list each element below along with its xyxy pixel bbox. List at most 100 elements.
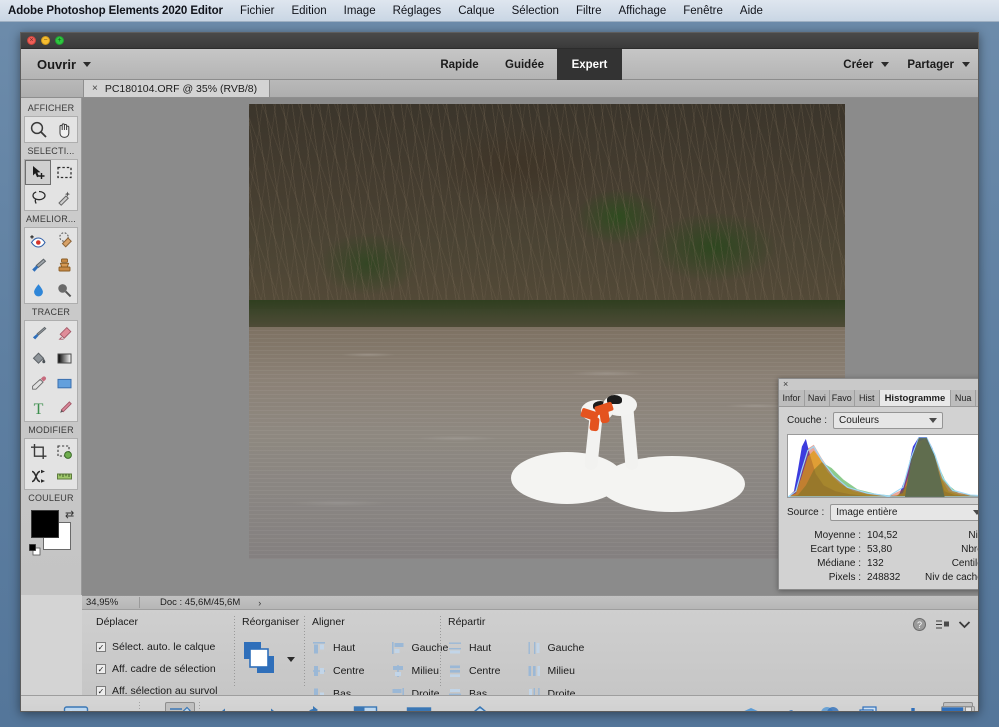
zoom-tool[interactable] [25, 117, 51, 142]
taskbar-rotate[interactable]: Rotation [295, 700, 338, 712]
tab-informations[interactable]: Infor [779, 390, 805, 406]
type-tool[interactable]: T [25, 396, 51, 421]
straighten-tool[interactable] [51, 464, 77, 489]
smart-brush-tool[interactable] [25, 253, 51, 278]
rectangular-marquee-tool[interactable] [51, 160, 77, 185]
chevron-down-icon [973, 510, 979, 515]
taskbar-redo[interactable]: Rétablir [251, 700, 291, 712]
hand-tool[interactable] [51, 117, 77, 142]
arrange-icon [242, 640, 284, 678]
paint-bucket-tool[interactable] [25, 346, 51, 371]
default-colors-icon[interactable] [29, 544, 41, 556]
menu-item-image[interactable]: Image [344, 5, 376, 17]
status-expand-icon[interactable]: › [258, 598, 261, 608]
tab-rapide[interactable]: Rapide [427, 49, 492, 80]
distribute-horizontal-middle-button[interactable]: Milieu [527, 659, 585, 682]
taskbar-effects[interactable]: fx Effets [774, 700, 810, 712]
menu-item-aide[interactable]: Aide [740, 5, 763, 17]
minimize-window-button[interactable]: − [41, 36, 50, 45]
align-vertical-center-button[interactable]: Centre [312, 659, 365, 682]
taskbar-tool-options[interactable]: Options d'outil [145, 700, 214, 712]
distribute-vertical-center-button[interactable]: Centre [448, 659, 501, 682]
menu-item-affichage[interactable]: Affichage [619, 5, 667, 17]
taskbar-undo[interactable]: Annuler [205, 700, 245, 712]
taskbar-styles[interactable]: Styles [850, 700, 886, 712]
distribute-top-button[interactable]: Haut [448, 636, 501, 659]
maximize-window-button[interactable]: + [55, 36, 64, 45]
open-button[interactable]: Ouvrir [21, 49, 105, 79]
align-top-button[interactable]: Haut [312, 636, 365, 659]
taskbar-filters[interactable]: Filtres [812, 700, 848, 712]
create-button[interactable]: Créer [843, 59, 889, 71]
gradient-tool[interactable] [51, 346, 77, 371]
arrange-options-title: Réorganiser [242, 616, 299, 628]
tab-scripts[interactable]: Scri [976, 390, 979, 406]
menu-item-fichier[interactable]: Fichier [240, 5, 275, 17]
checkbox-auto-select-layer[interactable]: ✓ Sélect. auto. le calque [96, 636, 217, 658]
taskbar-more[interactable]: Plus [940, 700, 976, 712]
tab-guidee[interactable]: Guidée [492, 49, 557, 80]
distribute-left-button[interactable]: Gauche [527, 636, 585, 659]
dodge-tool[interactable] [51, 278, 77, 303]
checkbox-show-bounding-box[interactable]: ✓ Aff. cadre de sélection [96, 658, 217, 680]
menu-item-fenetre[interactable]: Fenêtre [683, 5, 723, 17]
quick-selection-tool[interactable] [51, 185, 77, 210]
clone-stamp-tool[interactable] [51, 253, 77, 278]
content-aware-move-tool[interactable] [51, 439, 77, 464]
taskbar-layout[interactable]: Dispositi... [341, 700, 393, 712]
tab-expert[interactable]: Expert [557, 49, 622, 80]
close-window-button[interactable]: × [27, 36, 36, 45]
checkbox-box[interactable]: ✓ [96, 664, 106, 674]
pencil-tool[interactable] [51, 396, 77, 421]
zoom-level[interactable]: 34,95% [82, 597, 140, 608]
menu-item-reglages[interactable]: Réglages [393, 5, 442, 17]
document-tab[interactable]: × PC180104.ORF @ 35% (RVB/8) [83, 80, 270, 97]
tab-histogramme[interactable]: Histogramme [880, 390, 951, 406]
panel-menu-icon[interactable] [935, 619, 949, 630]
photo-image [249, 104, 845, 559]
brush-tool[interactable] [25, 321, 51, 346]
swap-colors-icon[interactable]: ⇄ [65, 508, 74, 521]
chevron-down-icon[interactable] [287, 657, 295, 662]
taskbar-photo-bin[interactable]: Corbeille des photos [27, 700, 124, 712]
blur-tool[interactable] [25, 278, 51, 303]
tab-historique[interactable]: Hist [855, 390, 880, 406]
checkbox-box[interactable]: ✓ [96, 642, 106, 652]
recompose-tool[interactable] [25, 464, 51, 489]
foreground-color-swatch[interactable] [31, 510, 59, 538]
move-tool[interactable] [25, 160, 51, 185]
channel-select[interactable]: Couleurs [833, 412, 943, 429]
tab-favoris[interactable]: Favo [830, 390, 855, 406]
align-horizontal-middle-icon [391, 664, 405, 678]
document-size-info: Doc : 45,6M/45,6M [140, 597, 240, 608]
eyedropper-tool[interactable] [25, 371, 51, 396]
menu-item-selection[interactable]: Sélection [512, 5, 559, 17]
chevron-down-icon[interactable] [958, 620, 971, 629]
help-icon[interactable]: ? [913, 618, 926, 631]
menu-item-edition[interactable]: Edition [291, 5, 326, 17]
panel-close-button[interactable]: × [779, 379, 979, 390]
shape-tool[interactable] [51, 371, 77, 396]
editor-body: AFFICHER SELECTI... [21, 98, 979, 595]
red-eye-removal-tool[interactable] [25, 228, 51, 253]
canvas-area[interactable]: × Infor Navi Favo Hist Histogramme Nua S… [82, 98, 979, 595]
taskbar-layers[interactable]: Calques [729, 700, 772, 712]
taskbar-home-screen[interactable]: Ecran d'accueil [443, 700, 517, 712]
tab-nuancier[interactable]: Nua [951, 390, 976, 406]
share-button[interactable]: Partager [907, 59, 970, 71]
menu-item-calque[interactable]: Calque [458, 5, 494, 17]
eraser-tool[interactable] [51, 321, 77, 346]
spot-healing-brush-tool[interactable] [51, 228, 77, 253]
crop-tool[interactable] [25, 439, 51, 464]
menu-item-filtre[interactable]: Filtre [576, 5, 602, 17]
color-swatches: ⇄ [31, 510, 75, 554]
lasso-tool[interactable] [25, 185, 51, 210]
arrange-button[interactable] [242, 636, 299, 678]
stat-pixels-label: Pixels : [787, 571, 861, 585]
close-icon[interactable]: × [92, 83, 98, 94]
taskbar-organizer[interactable]: Organiseur [391, 700, 446, 712]
source-select[interactable]: Image entière [830, 504, 979, 521]
tab-navigateur[interactable]: Navi [805, 390, 830, 406]
taskbar-graphics[interactable]: Graphiq... [888, 700, 938, 712]
mode-bar-right: Créer Partager [843, 49, 970, 80]
